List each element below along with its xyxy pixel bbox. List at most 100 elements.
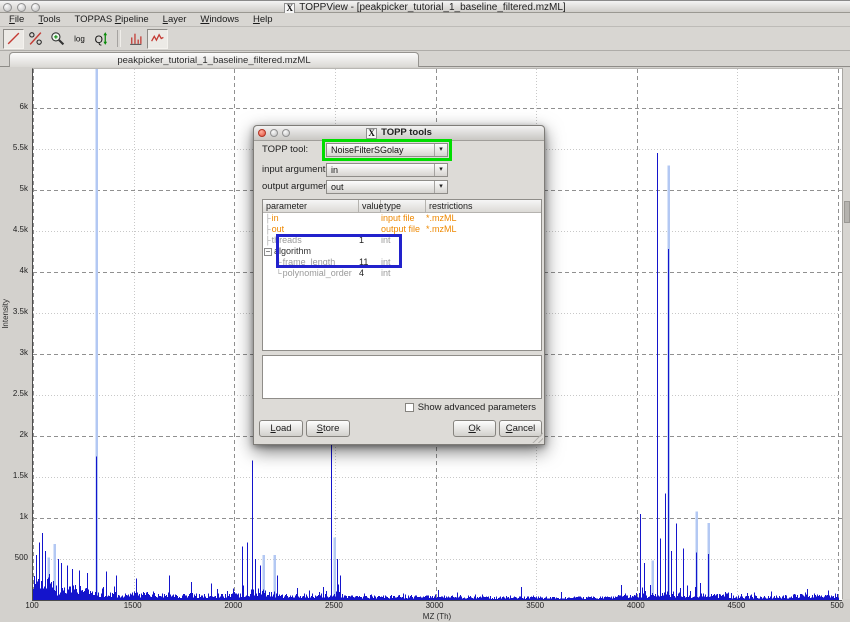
topp-tools-dialog: TOPP tools TOPP tool:NoiseFilterSGolay▾i… [253,125,545,445]
store-button[interactable]: Store [306,420,350,437]
restrictions-cell [426,268,541,279]
value-cell[interactable]: 4 [359,268,381,279]
toolbar-button-zoom-magnifier[interactable] [47,29,68,49]
show-advanced-label: Show advanced parameters [418,402,536,413]
menu-item-tools[interactable]: Tools [31,13,67,26]
ok-button[interactable]: Ok [453,420,496,437]
input-argument-label: input argument: [262,164,328,175]
svg-text:log: log [74,35,85,44]
blue-highlight-box [276,234,402,268]
topp-tool-label: TOPP tool: [262,144,308,155]
topp-tool-value: NoiseFilterSGolay [331,145,404,155]
toolbar-button-linear-axis[interactable] [3,29,24,49]
toolbar-button-percentage-intensity[interactable] [25,29,46,49]
toolbar-button-log-scale[interactable]: log [69,29,90,49]
param-name: polynomial_order [283,268,352,279]
tree-branch-icon: ├ [265,224,271,235]
dialog-title-bar[interactable]: TOPP tools [254,126,544,141]
advanced-parameters-row: Show advanced parameters [405,402,536,413]
tab-bar: peakpicker_tutorial_1_baseline_filtered.… [0,51,850,67]
tree-branch-icon: └ [276,268,282,279]
x-tick-label: 4000 [621,601,651,610]
restrictions-cell: *.mzML [426,224,541,235]
menu-item-toppas-pipeline[interactable]: TOPPAS Pipeline [68,13,156,26]
spectrum-noise [34,574,839,600]
toolbar-button-reset-zoom[interactable]: Q [91,29,112,49]
y-tick-label: 1k [0,512,28,521]
tab-spectrum-file[interactable]: peakpicker_tutorial_1_baseline_filtered.… [9,52,419,67]
toolbar: log Q [0,27,850,51]
log-scale-icon: log [72,31,87,46]
restrictions-cell [426,246,541,257]
x-tick-label: 2000 [218,601,248,610]
toppview-window: TOPPView - [peakpicker_tutorial_1_baseli… [0,0,850,622]
value-cell[interactable] [359,213,381,224]
x-tick-label: 500 [822,601,850,610]
table-row[interactable]: └polynomial_order4int [263,268,541,279]
menu-item-layer[interactable]: Layer [156,13,194,26]
x-tick-label: 1500 [118,601,148,610]
parameter-table-header: parametervaluetyperestrictions [263,200,541,213]
column-header-value: value [359,200,381,212]
x-tick-label: 100 [17,601,47,610]
title-bar[interactable]: TOPPView - [peakpicker_tutorial_1_baseli… [0,0,850,13]
table-row[interactable]: ├in input file*.mzML [263,213,541,224]
scrollbar-thumb[interactable] [844,201,850,223]
topp-tool-row: TOPP tool: NoiseFilterSGolay ▾ [254,143,546,157]
type-cell: input file [381,213,426,224]
restrictions-cell: *.mzML [426,213,541,224]
menu-item-help[interactable]: Help [246,13,280,26]
column-header-parameter: parameter [263,200,359,212]
toolbar-separator [117,30,121,47]
output-argument-row: output argument:out▾ [254,180,546,194]
y-tick-label: 5.5k [0,143,28,152]
tree-branch-icon: ├ [265,213,271,224]
dropdown-arrow-icon: ▾ [434,144,447,156]
load-button[interactable]: Load [259,420,303,437]
zoom-magnifier-icon [50,31,65,46]
y-tick-label: 2k [0,430,28,439]
percentage-intensity-icon [28,31,43,46]
x-tick-label: 4500 [721,601,751,610]
tree-branch-icon: ├ [265,235,271,246]
y-tick-label: 3k [0,348,28,357]
dialog-x11-icon [366,128,377,139]
parameter-description-box [262,355,542,399]
x-tick-label: 3500 [520,601,550,610]
restrictions-cell [426,235,541,246]
menu-item-windows[interactable]: Windows [193,13,246,26]
tree-collapse-icon[interactable]: − [264,248,272,256]
input-argument-value: in [331,165,338,175]
dropdown-arrow-icon: ▾ [434,164,447,176]
x-axis-title: MZ (Th) [407,612,467,621]
y-tick-label: 2.5k [0,389,28,398]
column-header-restrictions: restrictions [426,200,541,212]
y-tick-label: 1.5k [0,471,28,480]
cancel-button[interactable]: Cancel [499,420,542,437]
parameter-table: parametervaluetyperestrictions ├in input … [262,199,542,351]
toolbar-button-peaks-draw-mode[interactable] [125,29,146,49]
peaks-draw-mode-icon [128,31,143,46]
y-tick-label: 500 [0,553,28,562]
y-tick-label: 3.5k [0,307,28,316]
show-advanced-checkbox[interactable] [405,403,414,412]
x-tick-label: 3000 [420,601,450,610]
toolbar-button-raw-data-draw-mode[interactable] [147,29,168,49]
vertical-scrollbar[interactable] [842,68,850,599]
dialog-title: TOPP tools [254,127,544,139]
y-tick-label: 5k [0,184,28,193]
output-argument-select[interactable]: out ▾ [326,180,448,194]
topp-tool-select[interactable]: NoiseFilterSGolay ▾ [326,143,448,157]
raw-data-draw-mode-icon [150,31,165,46]
output-argument-value: out [331,182,344,192]
param-name: in [272,213,279,224]
y-tick-label: 4.5k [0,225,28,234]
reset-zoom-icon: Q [94,31,109,46]
column-header-type: type [381,200,426,212]
restrictions-cell [426,257,541,268]
menu-item-file[interactable]: File [2,13,31,26]
dropdown-arrow-icon: ▾ [434,181,447,193]
param-cell: ├in [263,213,359,224]
input-argument-select[interactable]: in ▾ [326,163,448,177]
linear-axis-icon [6,31,21,46]
